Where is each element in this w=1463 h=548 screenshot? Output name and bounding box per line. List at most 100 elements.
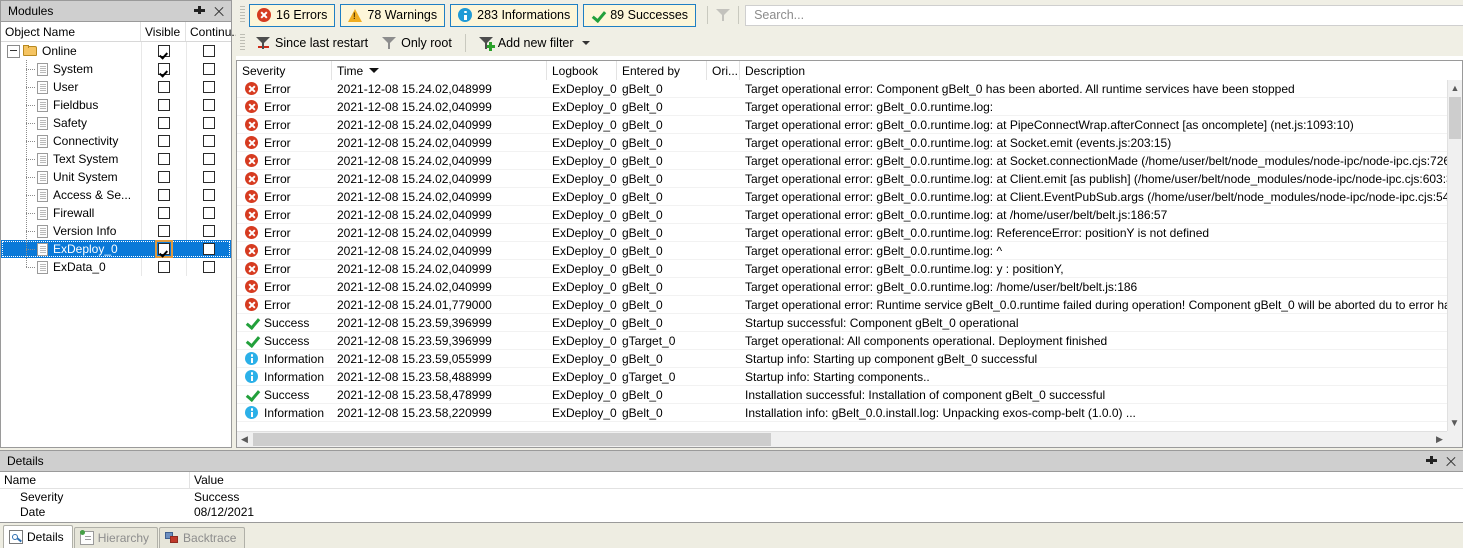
visible-checkbox[interactable] (158, 225, 170, 237)
details-row[interactable]: Date 08/12/2021 (0, 504, 1463, 519)
column-header-entered-by[interactable]: Entered by (617, 61, 707, 80)
log-row[interactable]: Success 2021-12-08 15.23.59,396999 ExDeplo… (237, 314, 1447, 332)
module-row-user[interactable]: User (1, 78, 231, 96)
module-row-exdata-0[interactable]: ExData_0 (1, 258, 231, 276)
scroll-right-icon[interactable]: ▶ (1432, 432, 1447, 447)
log-row[interactable]: Error 2021-12-08 15.24.01,779000 ExDeploy_… (237, 296, 1447, 314)
toolbar-grip[interactable] (240, 6, 245, 24)
continuous-checkbox[interactable] (203, 171, 215, 183)
log-row[interactable]: Error 2021-12-08 15.24.02,040999 ExDeploy_… (237, 188, 1447, 206)
log-row[interactable]: Error 2021-12-08 15.24.02,040999 ExDeploy_… (237, 260, 1447, 278)
log-row[interactable]: Error 2021-12-08 15.24.02,040999 ExDeploy_… (237, 224, 1447, 242)
module-row-unit-system[interactable]: Unit System (1, 168, 231, 186)
log-row[interactable]: Error 2021-12-08 15.24.02,040999 ExDeploy_… (237, 206, 1447, 224)
log-row[interactable]: Information 2021-12-08 15.23.58,220999 ExD… (237, 404, 1447, 422)
visible-checkbox[interactable] (158, 153, 170, 165)
visible-checkbox[interactable] (158, 261, 170, 273)
continuous-checkbox[interactable] (203, 45, 215, 57)
collapse-expander-icon[interactable] (7, 44, 20, 58)
visible-checkbox[interactable] (158, 81, 170, 93)
visible-checkbox[interactable] (158, 135, 170, 147)
continuous-checkbox[interactable] (203, 99, 215, 111)
module-row-system[interactable]: System (1, 60, 231, 78)
column-header-value[interactable]: Value (190, 472, 1463, 488)
details-pin-icon[interactable] (1426, 455, 1437, 467)
column-header-severity[interactable]: Severity (237, 61, 332, 80)
search-input[interactable] (752, 7, 1463, 23)
column-header-visible[interactable]: Visible (141, 22, 186, 41)
module-row-connectivity[interactable]: Connectivity (1, 132, 231, 150)
log-row[interactable]: Error 2021-12-08 15.24.02,040999 ExDeploy_… (237, 98, 1447, 116)
column-header-origin[interactable]: Ori... (707, 61, 740, 80)
module-row-version-info[interactable]: Version Info (1, 222, 231, 240)
filter-button-error[interactable]: 16 Errors (249, 3, 336, 27)
filter-button-success[interactable]: 89 Successes (583, 3, 697, 27)
scroll-up-icon[interactable]: ▲ (1448, 80, 1462, 95)
continuous-checkbox[interactable] (203, 117, 215, 129)
log-row[interactable]: Error 2021-12-08 15.24.02,040999 ExDeploy_… (237, 134, 1447, 152)
visible-checkbox[interactable] (155, 240, 173, 258)
log-row[interactable]: Error 2021-12-08 15.24.02,040999 ExDeploy_… (237, 170, 1447, 188)
filter-button-info[interactable]: 283 Informations (450, 3, 579, 27)
column-header-time[interactable]: Time (332, 61, 547, 80)
visible-checkbox[interactable] (158, 45, 170, 57)
visible-checkbox[interactable] (158, 63, 170, 75)
filter-toolbar-grip[interactable] (240, 34, 245, 52)
module-row-fieldbus[interactable]: Fieldbus (1, 96, 231, 114)
details-row[interactable]: Severity Success (0, 489, 1463, 504)
log-row[interactable]: Error 2021-12-08 15.24.02,040999 ExDeploy_… (237, 278, 1447, 296)
log-row[interactable]: Error 2021-12-08 15.24.02,040999 ExDeploy_… (237, 152, 1447, 170)
log-row[interactable]: Error 2021-12-08 15.24.02,040999 ExDeploy_… (237, 116, 1447, 134)
details-close-icon[interactable] (1445, 456, 1456, 467)
continuous-checkbox[interactable] (203, 63, 215, 75)
continuous-checkbox[interactable] (203, 207, 215, 219)
module-row-firewall[interactable]: Firewall (1, 204, 231, 222)
module-row-online[interactable]: Online (1, 42, 231, 60)
continuous-checkbox[interactable] (203, 81, 215, 93)
column-header-description[interactable]: Description (740, 61, 1462, 80)
chevron-down-icon[interactable] (581, 41, 590, 45)
visible-checkbox[interactable] (158, 207, 170, 219)
continuous-checkbox[interactable] (203, 261, 215, 273)
module-row-access-se[interactable]: Access & Se... (1, 186, 231, 204)
module-row-text-system[interactable]: Text System (1, 150, 231, 168)
pin-icon[interactable] (194, 5, 205, 17)
horizontal-scrollbar-thumb[interactable] (253, 433, 771, 446)
filter-since-last-restart[interactable]: Since last restart (249, 32, 375, 54)
search-box[interactable] (745, 4, 1463, 26)
horizontal-scrollbar[interactable]: ◀ ▶ (237, 431, 1447, 447)
visible-checkbox[interactable] (158, 171, 170, 183)
visible-checkbox[interactable] (158, 99, 170, 111)
tab-hierarchy[interactable]: Hierarchy (73, 527, 159, 548)
continuous-checkbox[interactable] (203, 225, 215, 237)
scroll-down-icon[interactable]: ▼ (1447, 416, 1462, 431)
scroll-left-icon[interactable]: ◀ (237, 432, 252, 447)
continuous-checkbox[interactable] (203, 135, 215, 147)
filter-add-new-filter[interactable]: Add new filter (472, 32, 597, 54)
clear-filter-icon[interactable] (714, 6, 732, 24)
visible-checkbox[interactable] (158, 117, 170, 129)
tab-details[interactable]: Details (3, 525, 73, 548)
log-row[interactable]: Error 2021-12-08 15.24.02,048999 ExDeploy_… (237, 80, 1447, 98)
visible-checkbox[interactable] (158, 189, 170, 201)
column-header-object-name[interactable]: Object Name (1, 22, 141, 41)
module-row-exdeploy-0[interactable]: ExDeploy_0 (1, 240, 231, 258)
log-row[interactable]: Success 2021-12-08 15.23.58,478999 ExDeplo… (237, 386, 1447, 404)
log-row[interactable]: Error 2021-12-08 15.24.02,040999 ExDeploy_… (237, 242, 1447, 260)
filter-only-root[interactable]: Only root (375, 32, 459, 54)
log-row[interactable]: Success 2021-12-08 15.23.59,396999 ExDeplo… (237, 332, 1447, 350)
continuous-checkbox[interactable] (203, 189, 215, 201)
column-header-continuous[interactable]: Continu... (186, 22, 241, 41)
continuous-checkbox[interactable] (203, 243, 215, 255)
vertical-scrollbar[interactable]: ▲ ▼ (1447, 80, 1462, 431)
tab-backtrace[interactable]: Backtrace (159, 527, 246, 548)
column-header-name[interactable]: Name (0, 472, 190, 488)
log-row[interactable]: Information 2021-12-08 15.23.59,055999 ExD… (237, 350, 1447, 368)
column-header-logbook[interactable]: Logbook (547, 61, 617, 80)
close-icon[interactable] (213, 6, 224, 17)
module-row-safety[interactable]: Safety (1, 114, 231, 132)
continuous-checkbox[interactable] (203, 153, 215, 165)
log-row[interactable]: Information 2021-12-08 15.23.58,488999 ExD… (237, 368, 1447, 386)
vertical-scrollbar-thumb[interactable] (1449, 97, 1461, 139)
filter-button-warning[interactable]: 78 Warnings (340, 3, 446, 27)
